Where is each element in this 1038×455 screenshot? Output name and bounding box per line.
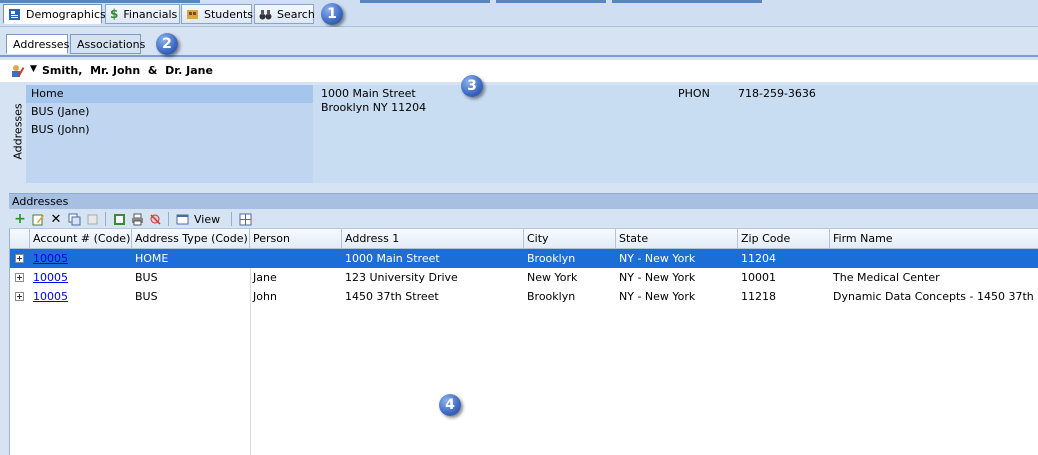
main-tab-bar: Demographics $ Financials Students Searc…: [0, 0, 1038, 27]
tab-demographics[interactable]: Demographics: [3, 4, 106, 24]
tab-associations[interactable]: Associations: [70, 34, 145, 54]
expand-row-icon[interactable]: [15, 254, 24, 263]
dollar-icon: $: [110, 7, 119, 21]
address-list-item[interactable]: BUS (Jane): [26, 103, 313, 121]
tab-bar-stripe: [0, 0, 200, 3]
addresses-vertical-tab[interactable]: Addresses: [9, 85, 27, 183]
cell-address-1: 1000 Main Street: [345, 252, 440, 265]
tab-search-label: Search: [277, 7, 315, 21]
grid-header-address-1[interactable]: Address 1: [342, 229, 524, 249]
edit-icon[interactable]: [30, 211, 46, 227]
address-line-1: 1000 Main Street: [321, 87, 416, 100]
cell-state: NY - New York: [619, 271, 696, 284]
copy-icon[interactable]: [66, 211, 82, 227]
grid-header-address-type[interactable]: Address Type (Code): [132, 229, 250, 249]
cell-address-type: BUS: [135, 290, 158, 303]
address-list-item[interactable]: Home: [26, 85, 313, 103]
grid-header-zip-code[interactable]: Zip Code: [738, 229, 830, 249]
grid-header-expander: [10, 229, 30, 249]
disabled-copy-icon: [84, 211, 100, 227]
tab-search[interactable]: Search: [254, 4, 315, 24]
view-icon[interactable]: [174, 211, 190, 227]
phone-value: 718-259-3636: [738, 87, 816, 100]
tab-demographics-label: Demographics: [26, 7, 106, 21]
cell-state: NY - New York: [619, 252, 696, 265]
callout-4: 4: [439, 394, 461, 416]
phone-label: PHON: [678, 87, 710, 100]
table-row[interactable]: 10005 BUS Jane 123 University Drive New …: [10, 268, 1038, 287]
cell-address-1: 1450 37th Street: [345, 290, 439, 303]
tab-financials-label: Financials: [123, 7, 178, 21]
demographics-icon: [8, 7, 21, 21]
view-button-label[interactable]: View: [194, 213, 220, 226]
callout-1: 1: [321, 3, 343, 25]
cell-firm-name: Dynamic Data Concepts - 1450 37th Street: [833, 290, 1038, 303]
export-icon[interactable]: [111, 211, 127, 227]
print-icon[interactable]: [129, 211, 145, 227]
toolbar-separator: [231, 212, 233, 226]
dropdown-arrow-icon[interactable]: ▼: [30, 64, 37, 74]
tab-addresses-label: Addresses: [13, 37, 70, 51]
cell-state: NY - New York: [619, 290, 696, 303]
layout-icon[interactable]: [237, 211, 253, 227]
binoculars-icon: [259, 7, 272, 21]
cell-address-type: HOME: [135, 252, 169, 265]
record-header: ▼ Smith, Mr. John & Dr. Jane: [0, 60, 1038, 82]
cell-city: Brooklyn: [527, 290, 576, 303]
tab-bar-stripe: [360, 0, 490, 3]
table-row[interactable]: 10005 BUS John 1450 37th Street Brooklyn…: [10, 287, 1038, 306]
grid-title: Addresses: [9, 193, 1038, 209]
add-icon[interactable]: +: [12, 211, 28, 227]
address-list: Home BUS (Jane) BUS (John): [26, 85, 313, 183]
cell-address-1: 123 University Drive: [345, 271, 458, 284]
account-link[interactable]: 10005: [30, 287, 132, 306]
toolbar-separator: [168, 212, 169, 226]
addresses-vertical-label: Addresses: [11, 103, 25, 160]
cell-person: John: [253, 290, 277, 303]
expand-row-icon[interactable]: [15, 292, 24, 301]
cell-city: New York: [527, 271, 578, 284]
record-names: Smith, Mr. John & Dr. Jane: [42, 64, 213, 77]
toolbar-separator: [105, 212, 106, 226]
filter-icon[interactable]: [147, 211, 163, 227]
tab-addresses[interactable]: Addresses: [6, 34, 70, 54]
tab-financials[interactable]: $ Financials: [105, 4, 180, 24]
students-icon: [186, 7, 199, 21]
cell-city: Brooklyn: [527, 252, 576, 265]
address-detail: 1000 Main Street Brooklyn NY 11204 PHON …: [313, 85, 1038, 183]
table-row[interactable]: 10005 HOME 1000 Main Street Brooklyn NY …: [10, 249, 1038, 268]
grid-header-account[interactable]: Account # (Code): [30, 229, 132, 249]
cell-zip-code: 10001: [741, 271, 776, 284]
address-line-2: Brooklyn NY 11204: [321, 101, 427, 114]
tab-bar-stripe: [496, 0, 606, 3]
tab-bar-stripe: [612, 0, 762, 3]
cell-firm-name: The Medical Center: [833, 271, 940, 284]
cell-person: Jane: [253, 271, 277, 284]
cell-zip-code: 11204: [741, 252, 776, 265]
grid-toolbar: + ✕ View: [9, 210, 1038, 229]
cell-address-type: BUS: [135, 271, 158, 284]
tab-associations-label: Associations: [77, 37, 146, 51]
delete-icon[interactable]: ✕: [48, 211, 64, 227]
account-link[interactable]: 10005: [30, 249, 132, 268]
callout-2: 2: [156, 33, 178, 55]
address-panel: Addresses Home BUS (Jane) BUS (John) 100…: [9, 85, 1038, 183]
tab-students-label: Students: [204, 7, 254, 21]
cell-person: [250, 249, 342, 268]
addresses-grid: Account # (Code) Address Type (Code) Per…: [9, 229, 1038, 455]
cell-zip-code: 11218: [741, 290, 776, 303]
cell-firm-name: [830, 249, 1038, 268]
grid-header-firm-name[interactable]: Firm Name: [830, 229, 1038, 249]
address-list-item[interactable]: BUS (John): [26, 121, 313, 139]
account-link[interactable]: 10005: [30, 268, 132, 287]
grid-header-city[interactable]: City: [524, 229, 616, 249]
tab-students[interactable]: Students: [181, 4, 254, 24]
grid-header-state[interactable]: State: [616, 229, 738, 249]
edit-user-icon[interactable]: [10, 63, 26, 82]
callout-3: 3: [461, 75, 483, 97]
expand-row-icon[interactable]: [15, 273, 24, 282]
grid-header-person[interactable]: Person: [250, 229, 342, 249]
